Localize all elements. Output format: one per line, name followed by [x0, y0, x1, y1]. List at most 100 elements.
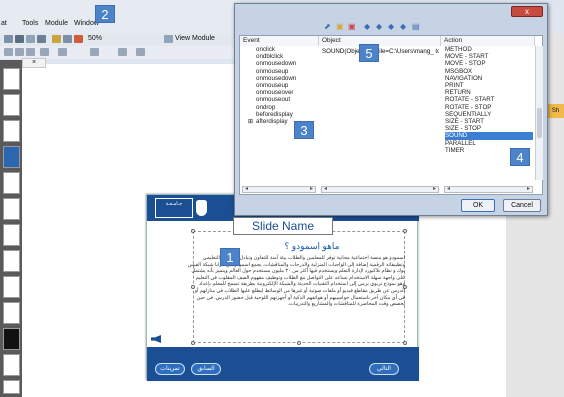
panel-close-button[interactable]: ×: [22, 58, 46, 68]
properties-icon[interactable]: ▤: [412, 23, 420, 31]
action-size-stop[interactable]: SIZE - STOP: [445, 125, 533, 132]
event-onmouseover[interactable]: onmouseover: [256, 89, 296, 96]
event-onmouseup[interactable]: onmouseup: [256, 82, 296, 89]
move-down-icon[interactable]: ◆: [376, 23, 382, 31]
scrollbar-thumb[interactable]: [537, 108, 542, 138]
resize-handle[interactable]: [191, 229, 195, 233]
action-move-start[interactable]: MOVE - START: [445, 53, 533, 60]
slide-thumbnail[interactable]: [3, 198, 20, 220]
action-column-header[interactable]: Action: [441, 36, 535, 46]
resize-handle[interactable]: [191, 341, 195, 345]
slide-thumbnail[interactable]: [3, 302, 20, 324]
action-horizontal-scrollbar[interactable]: ◂ ▸: [444, 186, 533, 193]
next-button[interactable]: التالي: [369, 363, 399, 375]
action-print[interactable]: PRINT: [445, 82, 533, 89]
fill-color-icon[interactable]: [118, 48, 127, 56]
line-color-icon[interactable]: [136, 48, 145, 56]
cursor-icon[interactable]: ⬈: [324, 23, 331, 31]
scroll-left-icon[interactable]: ◂: [324, 186, 327, 192]
scroll-right-icon[interactable]: ▸: [527, 186, 530, 192]
cut-icon[interactable]: [52, 35, 61, 43]
object-value[interactable]: SOUND(Obje... 1", File=C:\Users\mang_ to…: [322, 48, 439, 55]
group-icon[interactable]: [58, 48, 67, 56]
event-beforedisplay[interactable]: beforedisplay: [256, 111, 296, 118]
slide-thumbnail[interactable]: [3, 380, 20, 394]
object-column-header[interactable]: Object: [319, 36, 441, 46]
action-method[interactable]: METHOD: [445, 46, 533, 53]
scroll-left-icon[interactable]: ◂: [447, 186, 450, 192]
action-sequentially[interactable]: SEQUENTIALLY: [445, 111, 533, 118]
save-icon[interactable]: [4, 35, 13, 43]
action-return[interactable]: RETURN: [445, 89, 533, 96]
event-onmousedown[interactable]: onmousedown: [256, 75, 296, 82]
speaker-icon[interactable]: [151, 335, 161, 343]
slide-preview[interactable]: جـامـعـة Slide Name ماهو اسمودو ؟ اسمودو…: [146, 194, 419, 381]
previous-button[interactable]: السابق: [191, 363, 221, 375]
activities-button[interactable]: تمرينات: [155, 363, 185, 375]
slide-thumbnail[interactable]: [3, 224, 20, 246]
action-navigation[interactable]: NAVIGATION: [445, 75, 533, 82]
event-onmousedown[interactable]: onmousedown: [256, 60, 296, 67]
expand-icon[interactable]: ⊞: [248, 118, 253, 125]
resize-handle[interactable]: [403, 229, 407, 233]
action-size-start[interactable]: SIZE - START: [445, 118, 533, 125]
event-onmouseout[interactable]: onmouseout: [256, 96, 296, 103]
slide-thumbnail[interactable]: [3, 94, 20, 116]
event-column-header[interactable]: Event: [240, 36, 319, 46]
action-sound[interactable]: SOUND: [445, 132, 533, 140]
menu-item-tools[interactable]: Tools: [22, 20, 38, 27]
paste-icon[interactable]: [74, 35, 83, 43]
open-icon[interactable]: [26, 35, 35, 43]
event-ondrop[interactable]: ondrop: [256, 104, 296, 111]
layer-icon[interactable]: [40, 48, 49, 56]
copy-icon[interactable]: [63, 35, 72, 43]
menu-item-at[interactable]: at: [1, 20, 7, 27]
arrange-icon[interactable]: [90, 48, 99, 56]
event-horizontal-scrollbar[interactable]: ◂ ▸: [242, 186, 316, 193]
action-rotate-start[interactable]: ROTATE - START: [445, 96, 533, 103]
zoom-value[interactable]: 50%: [88, 35, 102, 42]
view-module-button[interactable]: View Module: [175, 35, 215, 42]
print-icon[interactable]: [15, 35, 24, 43]
event-afterdisplay[interactable]: afterdisplay: [256, 118, 296, 125]
action-parallel[interactable]: PARALLEL: [445, 140, 533, 147]
event-onclick[interactable]: onclick: [256, 46, 296, 53]
slide-body-text[interactable]: اسمودو هو منصة اجتماعية مجانية توفر للمع…: [187, 255, 405, 335]
action-rotate-stop[interactable]: ROTATE - STOP: [445, 104, 533, 111]
close-button[interactable]: x: [511, 6, 543, 17]
align-center-icon[interactable]: [15, 48, 24, 56]
slide-thumbnail[interactable]: [3, 172, 20, 194]
slide-name-label[interactable]: Slide Name: [233, 217, 333, 235]
slide-thumbnail[interactable]: [3, 328, 20, 350]
slide-thumbnail[interactable]: [3, 120, 20, 142]
cancel-button[interactable]: Cancel: [503, 199, 541, 212]
resize-handle[interactable]: [403, 341, 407, 345]
resize-handle[interactable]: [297, 341, 301, 345]
slide-thumbnail[interactable]: [3, 146, 20, 168]
slide-thumbnail[interactable]: [3, 68, 20, 90]
slide-thumbnail[interactable]: [3, 250, 20, 272]
slide-thumbnail[interactable]: [3, 354, 20, 376]
move-last-icon[interactable]: ◆: [400, 23, 406, 31]
scroll-right-icon[interactable]: ▸: [310, 186, 313, 192]
ok-button[interactable]: OK: [461, 199, 495, 212]
object-horizontal-scrollbar[interactable]: ◂ ▸: [321, 186, 439, 193]
scroll-right-icon[interactable]: ▸: [433, 186, 436, 192]
scroll-left-icon[interactable]: ◂: [245, 186, 248, 192]
move-up-icon[interactable]: ◆: [364, 23, 370, 31]
slide-thumbnail[interactable]: [3, 276, 20, 298]
align-right-icon[interactable]: [26, 48, 35, 56]
action-list-scrollbar[interactable]: [535, 46, 543, 180]
action-move-stop[interactable]: MOVE - STOP: [445, 60, 533, 67]
menu-item-module[interactable]: Module: [45, 20, 68, 27]
action-msgbox[interactable]: MSGBOX: [445, 68, 533, 75]
module-icon[interactable]: [164, 35, 173, 43]
side-panel-button[interactable]: Sh: [547, 104, 564, 118]
align-left-icon[interactable]: [4, 48, 13, 56]
event-onmouseup[interactable]: onmouseup: [256, 68, 296, 75]
move-first-icon[interactable]: ◆: [388, 23, 394, 31]
add-icon[interactable]: ▣: [336, 23, 344, 31]
event-ondblclick[interactable]: ondblclick: [256, 53, 296, 60]
grid-icon[interactable]: [37, 35, 46, 43]
delete-icon[interactable]: ▣: [348, 23, 356, 31]
